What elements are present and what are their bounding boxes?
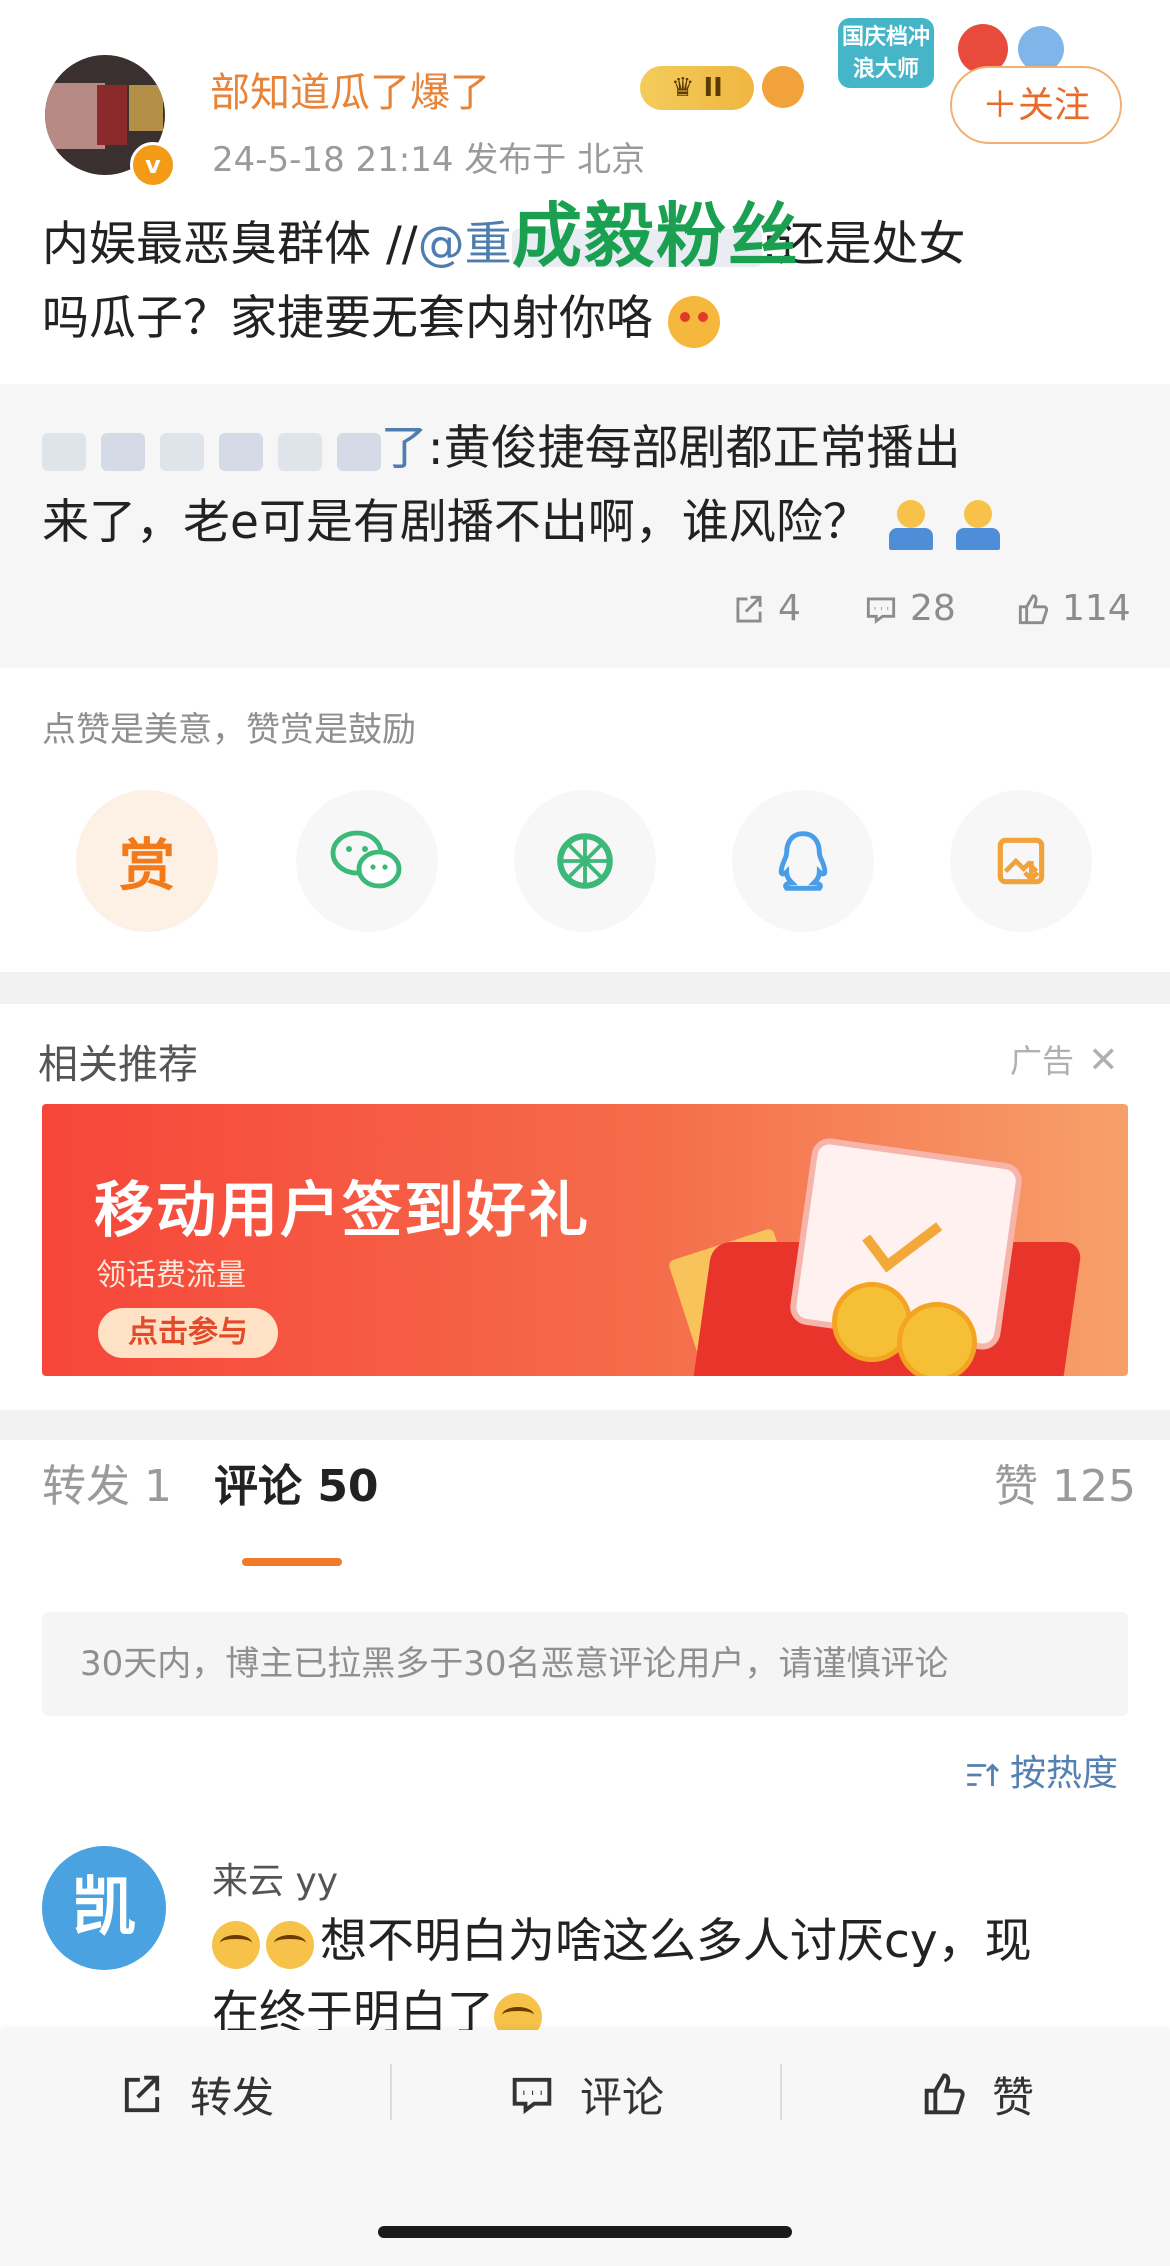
- level-badge: ♛ II: [640, 66, 754, 110]
- save-image-icon: [997, 837, 1045, 885]
- sort-toggle[interactable]: 按热度: [964, 1744, 1118, 1796]
- banner-subtitle: 领话费流量: [96, 1258, 246, 1293]
- fan-badge-icon: [762, 66, 804, 108]
- repost-icon: [124, 2075, 160, 2112]
- post-meta: 24-5-18 21:14 发布于 北京: [212, 140, 646, 180]
- quoted-mention[interactable]: 了: [381, 421, 428, 476]
- moments-share-button[interactable]: [514, 790, 656, 932]
- verified-badge-icon: v: [130, 142, 176, 188]
- active-tab-indicator: [242, 1558, 342, 1566]
- related-title: 相关推荐: [38, 1042, 198, 1088]
- tab-likes[interactable]: 赞 125: [994, 1450, 1136, 1514]
- share-count[interactable]: 4: [730, 588, 801, 629]
- commenter-name[interactable]: 来云 yy: [212, 1852, 338, 1904]
- like-count[interactable]: 114: [1014, 588, 1131, 629]
- follow-button[interactable]: ＋关注: [950, 66, 1122, 144]
- shrug-emoji-icon: [952, 499, 1004, 552]
- wechat-icon: [330, 830, 402, 889]
- thumb-up-icon: [1018, 594, 1049, 625]
- watermark-text: 成毅粉丝: [512, 195, 800, 277]
- ad-banner[interactable]: 移动用户签到好礼 领话费流量 点击参与 券: [42, 1104, 1128, 1376]
- banner-cta-button[interactable]: 点击参与: [98, 1308, 278, 1358]
- thumb-up-icon: [924, 2073, 965, 2114]
- reward-tip: 点赞是美意，赞赏是鼓励: [42, 710, 416, 750]
- author-name[interactable]: 部知道瓜了爆了: [210, 60, 490, 118]
- reward-button[interactable]: 赏: [76, 790, 218, 932]
- comment-button[interactable]: 评论: [506, 2064, 664, 2125]
- like-button[interactable]: 赞: [918, 2064, 1034, 2125]
- ad-label[interactable]: 广告 ✕: [1010, 1036, 1118, 1082]
- gift-illustration: 券: [667, 1132, 1092, 1376]
- laugh-cry-emoji-icon: [212, 1920, 260, 1969]
- tab-repost[interactable]: 转发 1: [42, 1450, 172, 1514]
- mention-link[interactable]: @重: [418, 217, 512, 272]
- comment-count[interactable]: 28: [862, 588, 956, 629]
- section-divider: [0, 972, 1170, 1004]
- share-icon: [736, 595, 762, 623]
- comment-icon: [866, 597, 896, 624]
- section-divider: [0, 1410, 1170, 1440]
- quoted-post-text: 了:黄俊捷每部剧都正常播出 来了，老e可是有剧播不出啊，谁风险？: [42, 412, 1132, 560]
- comment-icon: [512, 2077, 552, 2114]
- qq-icon: [778, 831, 828, 891]
- moments-icon: [557, 833, 613, 889]
- heart-eyes-emoji-icon: [667, 295, 720, 348]
- repost-button[interactable]: 转发: [116, 2064, 274, 2125]
- banner-title: 移动用户签到好礼: [94, 1176, 590, 1246]
- sort-icon: [967, 1763, 1000, 1787]
- promo-label: 国庆档冲浪大师: [838, 18, 934, 88]
- wechat-share-button[interactable]: [296, 790, 438, 932]
- comment-notice: 30天内，博主已拉黑多于30名恶意评论用户，请谨慎评论: [42, 1612, 1128, 1716]
- tab-comments[interactable]: 评论 50: [214, 1450, 379, 1514]
- save-image-button[interactable]: [950, 790, 1092, 932]
- commenter-avatar[interactable]: 凯: [42, 1846, 166, 1970]
- home-indicator: [378, 2226, 792, 2238]
- close-icon[interactable]: ✕: [1088, 1040, 1118, 1081]
- qq-share-button[interactable]: [732, 790, 874, 932]
- comment-text: 想不明白为啥这么多人讨厌cy，现 在终于明白了: [212, 1914, 1032, 2041]
- shrug-emoji-icon: [885, 499, 937, 552]
- laugh-cry-emoji-icon: [266, 1920, 314, 1969]
